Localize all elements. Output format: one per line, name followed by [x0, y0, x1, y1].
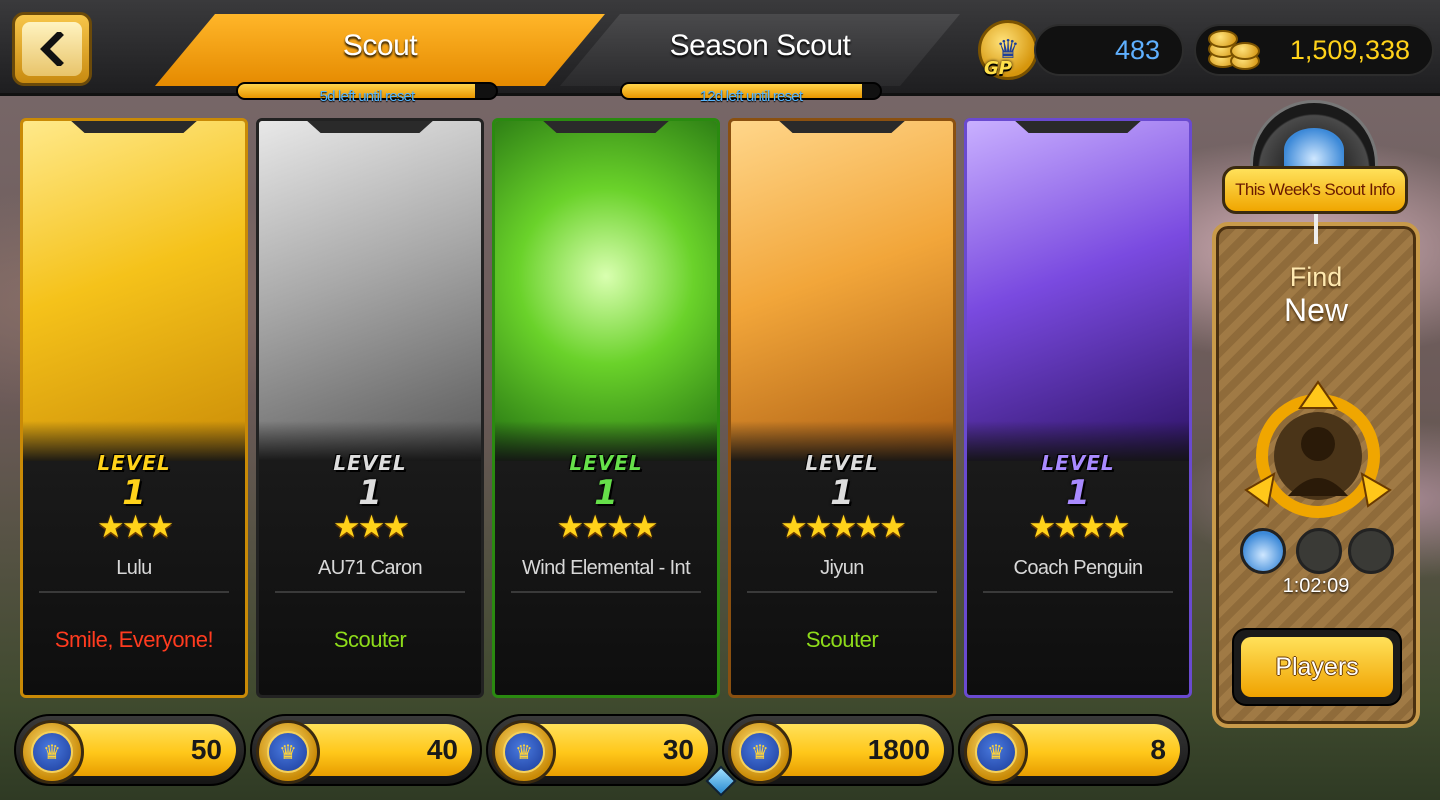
- players-button-label: Players: [1241, 637, 1393, 697]
- slot-globe-icon: [1240, 528, 1286, 574]
- slot-empty-icon: [1296, 528, 1342, 574]
- price-value: 50: [190, 734, 222, 765]
- card-notch: [777, 121, 907, 133]
- tab-scout-label: Scout: [342, 29, 418, 62]
- tab-season-scout-label: Season Scout: [669, 29, 851, 62]
- refresh-cycle-icon: [1244, 380, 1392, 518]
- gp-coin-icon: ♛: [20, 720, 84, 784]
- price-value: 8: [1150, 734, 1166, 765]
- character-portrait: [495, 121, 717, 466]
- level-number: 1: [830, 473, 854, 513]
- level-number: 1: [594, 473, 618, 513]
- card-notch: [1013, 121, 1143, 133]
- character-trait: Scouter: [333, 627, 407, 652]
- level-number: 1: [122, 473, 146, 513]
- scout-card[interactable]: LEVEL 1 ★★★ AU71 Caron Scouter: [256, 118, 484, 698]
- card-notch: [69, 121, 199, 133]
- card-notch: [541, 121, 671, 133]
- price-value: 40: [426, 734, 458, 765]
- gold-coins-icon: [1206, 30, 1262, 74]
- scout-price-button[interactable]: ♛ 30: [486, 714, 718, 786]
- scout-card[interactable]: LEVEL 1 ★★★★ Coach Penguin: [964, 118, 1192, 698]
- find-label: Find: [1289, 262, 1343, 292]
- scout-price-button[interactable]: ♛ 1800: [722, 714, 954, 786]
- scout-card[interactable]: LEVEL 1 ★★★★★ Jiyun Scouter: [728, 118, 956, 698]
- star-rating: ★★★★: [1028, 509, 1130, 545]
- card-divider: [275, 591, 465, 593]
- level-label: LEVEL: [805, 451, 879, 475]
- gold-value: 1,509,338: [1289, 35, 1410, 65]
- card-divider: [511, 591, 701, 593]
- gp-coin-icon: ♛: [492, 720, 556, 784]
- price-value: 30: [662, 734, 694, 765]
- scout-price-button[interactable]: ♛ 40: [250, 714, 482, 786]
- gp-coin-icon: ♛: [256, 720, 320, 784]
- chevron-left-icon: [40, 32, 64, 66]
- players-button[interactable]: Players: [1232, 628, 1402, 706]
- tab-season-scout[interactable]: Season Scout: [560, 14, 960, 86]
- new-label: New: [1283, 292, 1348, 328]
- silhouette-icon: [1301, 427, 1335, 461]
- character-name: Lulu: [116, 557, 152, 579]
- card-notch: [305, 121, 435, 133]
- gp-coin-icon: ♛: [964, 720, 1028, 784]
- star-rating: ★★★: [332, 509, 410, 545]
- character-portrait: [967, 121, 1189, 466]
- star-rating: ★★★★★: [780, 509, 907, 545]
- gp-balance: 483: [1034, 24, 1184, 76]
- character-portrait: [731, 121, 953, 466]
- scout-card[interactable]: LEVEL 1 ★★★ Lulu Smile, Everyone!: [20, 118, 248, 698]
- gp-label: GP: [984, 58, 1012, 79]
- star-rating: ★★★: [96, 509, 174, 545]
- scout-reset-timer-text: 5d left until reset: [319, 88, 416, 105]
- character-name: AU71 Caron: [317, 557, 423, 579]
- character-name: Jiyun: [820, 557, 864, 579]
- slot-empty-icon: [1348, 528, 1394, 574]
- gp-coin-icon: ♛: [728, 720, 792, 784]
- character-portrait: [259, 121, 481, 466]
- level-number: 1: [358, 473, 382, 513]
- this-weeks-scout-info-button[interactable]: This Week's Scout Info: [1222, 166, 1408, 214]
- panel-pin: [1314, 214, 1318, 244]
- level-number: 1: [1066, 473, 1090, 513]
- gp-value: 483: [1114, 35, 1160, 65]
- level-label: LEVEL: [97, 451, 171, 475]
- character-trait: Smile, Everyone!: [54, 627, 214, 652]
- character-trait: Scouter: [805, 627, 879, 652]
- refresh-countdown: 1:02:09: [1282, 575, 1350, 597]
- card-divider: [983, 591, 1173, 593]
- price-value: 1800: [867, 734, 930, 765]
- level-label: LEVEL: [569, 451, 643, 475]
- scout-slots: [1240, 528, 1400, 576]
- back-button[interactable]: [12, 12, 92, 86]
- scout-price-button[interactable]: ♛ 50: [14, 714, 246, 786]
- character-portrait: [23, 121, 245, 466]
- tab-scout[interactable]: Scout: [155, 14, 605, 86]
- character-name: Wind Elemental - Int: [521, 557, 691, 579]
- character-name: Coach Penguin: [1013, 557, 1144, 579]
- season-reset-timer-text: 12d left until reset: [699, 88, 803, 105]
- level-label: LEVEL: [1041, 451, 1115, 475]
- scout-card[interactable]: LEVEL 1 ★★★★ Wind Elemental - Int: [492, 118, 720, 698]
- star-rating: ★★★★: [556, 509, 658, 545]
- card-divider: [747, 591, 937, 593]
- card-divider: [39, 591, 229, 593]
- level-label: LEVEL: [333, 451, 407, 475]
- scout-price-button[interactable]: ♛ 8: [958, 714, 1190, 786]
